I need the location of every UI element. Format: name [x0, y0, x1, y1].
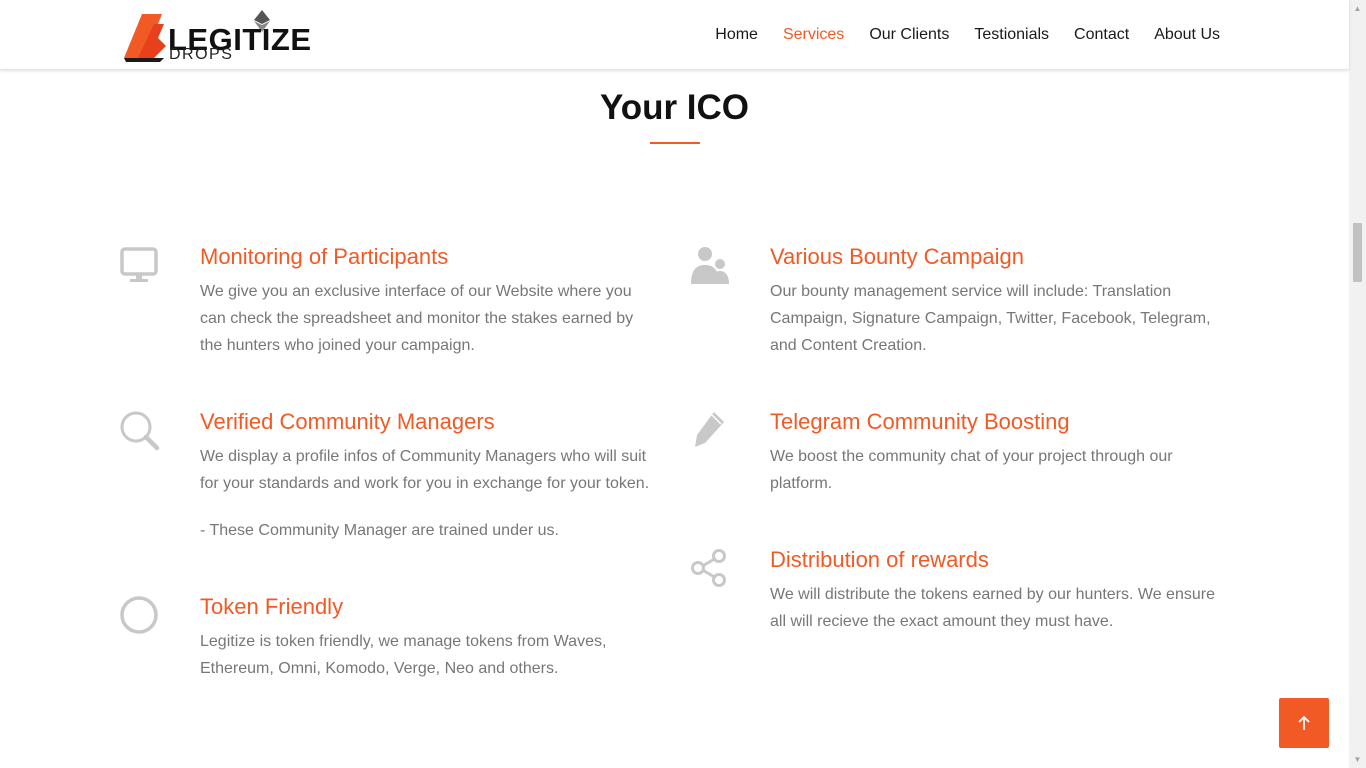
- feature-telegram: Telegram Community Boosting We boost the…: [688, 409, 1228, 509]
- feature-title: Various Bounty Campaign: [770, 244, 1024, 269]
- feature-note: - These Community Manager are trained un…: [200, 522, 559, 539]
- logo-subtext: DROPS: [169, 46, 234, 63]
- section-title: Your ICO: [599, 88, 750, 127]
- search-icon: [120, 411, 160, 451]
- feature-title: Monitoring of Participants: [200, 244, 449, 269]
- monitor-icon: [120, 247, 158, 282]
- users-icon: [691, 247, 729, 284]
- nav-home[interactable]: Home: [715, 26, 758, 43]
- nav-contact[interactable]: Contact: [1074, 26, 1129, 43]
- nav-testimonials[interactable]: Testionials: [974, 26, 1049, 43]
- feature-title: Token Friendly: [200, 594, 344, 619]
- main-nav: Home Services Our Clients Testionials Co…: [715, 24, 1220, 46]
- feature-text: We display a profile infos of Community …: [200, 448, 650, 492]
- feature-text: We will distribute the tokens earned by …: [770, 586, 1215, 630]
- scroll-thumb[interactable]: [1353, 223, 1362, 282]
- feature-title: Verified Community Managers: [200, 409, 495, 434]
- vertical-scrollbar[interactable]: ▲ ▼: [1349, 0, 1366, 768]
- nav-services[interactable]: Services: [783, 26, 844, 43]
- arrow-up-icon: [1298, 715, 1310, 730]
- back-to-top-button[interactable]: [1279, 698, 1329, 748]
- feature-title: Telegram Community Boosting: [770, 409, 1070, 434]
- nav-about-us[interactable]: About Us: [1154, 26, 1220, 43]
- feature-text: We boost the community chat of your proj…: [770, 448, 1173, 492]
- title-underline: [650, 142, 700, 144]
- scroll-down-arrow-icon[interactable]: ▼: [1349, 751, 1366, 768]
- nav-our-clients[interactable]: Our Clients: [869, 26, 949, 43]
- logo[interactable]: LEGITIZE DROPS: [124, 10, 311, 64]
- scroll-up-arrow-icon[interactable]: ▲: [1349, 0, 1366, 17]
- feature-monitoring: Monitoring of Participants We give you a…: [118, 244, 658, 364]
- feature-title: Distribution of rewards: [770, 547, 989, 572]
- feature-text: Our bounty management service will inclu…: [770, 283, 1211, 354]
- circle-icon: [120, 596, 158, 634]
- feature-token-friendly: Token Friendly Legitize is token friendl…: [118, 594, 658, 694]
- navbar: LEGITIZE DROPS Home Services Our Clients…: [0, 0, 1349, 70]
- share-icon: [691, 549, 726, 587]
- feature-bounty: Various Bounty Campaign Our bounty manag…: [688, 244, 1228, 364]
- feature-distribution: Distribution of rewards We will distribu…: [688, 547, 1228, 647]
- feature-text: Legitize is token friendly, we manage to…: [200, 633, 607, 677]
- pencil-icon: [695, 412, 724, 447]
- feature-community-managers: Verified Community Managers We display a…: [118, 409, 658, 549]
- feature-text: We give you an exclusive interface of ou…: [200, 283, 634, 354]
